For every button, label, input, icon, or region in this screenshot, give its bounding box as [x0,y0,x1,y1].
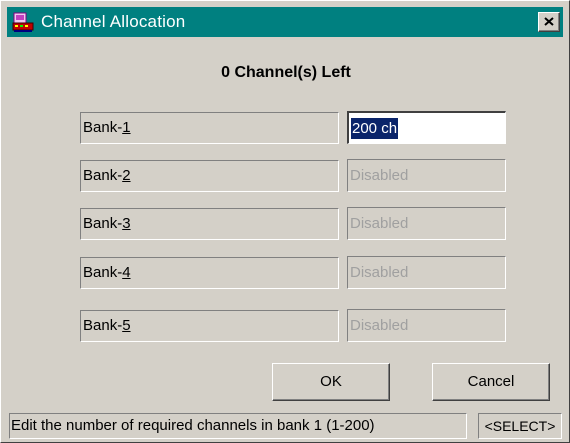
bank-4-prefix: Bank- [83,264,123,281]
channel-allocation-dialog: Channel Allocation 0 Channel(s) Left Ban… [0,0,570,443]
app-icon [12,12,34,32]
bank-4-label: Bank-4 [80,257,339,289]
bank-1-number: 1 [122,119,131,136]
bank-1-label: Bank-1 [80,112,339,144]
bank-5-number: 5 [122,317,131,334]
bank-5-input: Disabled [347,309,506,342]
ok-button[interactable]: OK [272,363,390,401]
channels-left-heading: 0 Channel(s) Left [221,64,351,81]
bank-2-label: Bank-2 [80,160,339,192]
bank-2-input: Disabled [347,159,506,192]
bank-1-value: 200 ch [351,118,399,139]
status-message: Edit the number of required channels in … [9,413,467,439]
bank-5-label: Bank-5 [80,310,339,342]
bank-2-number: 2 [122,167,131,184]
close-icon [544,13,554,31]
bank-3-input: Disabled [347,207,506,240]
bank-4-number: 4 [122,264,131,281]
bank-5-prefix: Bank- [83,317,123,334]
close-button[interactable] [538,12,560,32]
window-title: Channel Allocation [41,12,186,31]
bank-1-prefix: Bank- [83,119,123,136]
cancel-button[interactable]: Cancel [432,363,550,401]
bank-1-input[interactable]: 200 ch [347,111,506,144]
title-bar[interactable]: Channel Allocation [7,7,563,37]
bank-4-input: Disabled [347,256,506,289]
bank-3-number: 3 [122,215,131,232]
bank-2-prefix: Bank- [83,167,123,184]
bank-3-label: Bank-3 [80,208,339,240]
bank-3-prefix: Bank- [83,215,123,232]
status-mode: <SELECT> [478,413,562,439]
